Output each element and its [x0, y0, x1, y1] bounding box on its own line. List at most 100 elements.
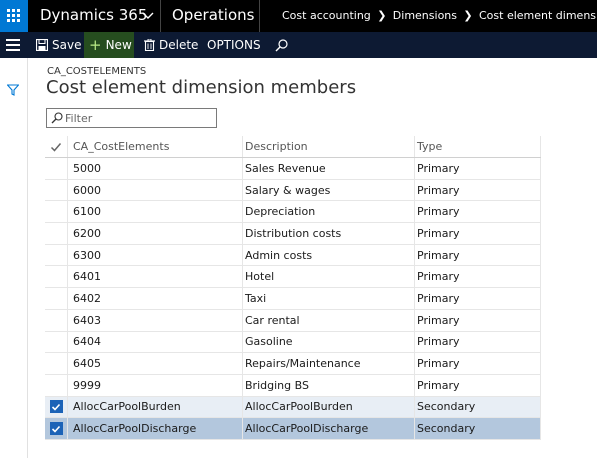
cell-description[interactable]: AllocCarPoolDischarge [242, 418, 414, 439]
cell-costelement[interactable]: 6404 [67, 331, 242, 353]
column-header-costelements[interactable]: CA_CostElements [67, 136, 242, 157]
table-row[interactable]: 6404 Gasoline Primary [45, 331, 541, 354]
cell-type[interactable]: Primary [414, 331, 541, 353]
table-row[interactable]: AllocCarPoolBurden AllocCarPoolBurden Seco… [45, 396, 541, 419]
table-row[interactable]: AllocCarPoolDischarge AllocCarPoolDischar… [45, 418, 541, 440]
options-tab[interactable]: OPTIONS [207, 32, 261, 58]
row-checkbox[interactable] [45, 375, 67, 396]
cell-costelement[interactable]: 6000 [67, 179, 242, 201]
save-label: Save [52, 38, 82, 52]
row-checkbox[interactable] [45, 288, 67, 309]
cell-type[interactable]: Primary [414, 288, 541, 309]
table-row[interactable]: 6405 Repairs/Maintenance Primary [45, 353, 541, 375]
cost-elements-grid: CA_CostElements Description Type 5000 Sal… [45, 136, 541, 440]
cell-type[interactable]: Secondary [414, 396, 541, 418]
cell-costelement[interactable]: 6402 [67, 288, 242, 309]
brand-name[interactable]: Dynamics 365 [40, 6, 147, 24]
search-button[interactable] [275, 32, 288, 58]
table-row[interactable]: 5000 Sales Revenue Primary [45, 158, 541, 180]
filter-funnel-icon[interactable] [7, 84, 19, 96]
row-checkbox[interactable] [45, 418, 67, 439]
cell-description[interactable]: Bridging BS [242, 374, 414, 396]
cell-costelement[interactable]: 6401 [67, 266, 242, 288]
cell-description[interactable]: Sales Revenue [242, 158, 414, 179]
hamburger-icon[interactable] [6, 39, 20, 51]
row-checkbox[interactable] [45, 180, 67, 201]
cell-costelement[interactable]: 5000 [67, 158, 242, 179]
page-title: Cost element dimension members [46, 77, 357, 98]
grid-body: 5000 Sales Revenue Primary 6000 Salary & wag… [45, 158, 541, 440]
breadcrumb-item-dimensions[interactable]: Dimensions [393, 9, 457, 22]
row-checkbox[interactable] [45, 158, 67, 179]
cell-type[interactable]: Primary [414, 158, 541, 179]
table-row[interactable]: 6300 Admin costs Primary [45, 244, 541, 267]
select-all-checkbox[interactable] [45, 136, 67, 157]
row-checkbox[interactable] [45, 201, 67, 222]
cell-type[interactable]: Primary [414, 374, 541, 396]
filter-input[interactable] [65, 110, 213, 126]
search-icon [275, 38, 288, 51]
table-row[interactable]: 6403 Car rental Primary [45, 309, 541, 332]
chevron-right-icon: ❯ [377, 9, 387, 22]
save-icon [36, 39, 48, 51]
app-name[interactable]: Operations [172, 6, 254, 24]
row-checkbox[interactable] [45, 353, 67, 374]
chevron-down-icon[interactable] [140, 6, 156, 24]
waffle-icon[interactable] [0, 0, 28, 32]
cell-description[interactable]: Taxi [242, 288, 414, 309]
cell-type[interactable]: Primary [414, 223, 541, 244]
row-checkbox[interactable] [45, 266, 67, 287]
delete-label: Delete [159, 38, 199, 52]
cell-description[interactable]: Admin costs [242, 244, 414, 266]
cell-description[interactable]: Car rental [242, 309, 414, 331]
cell-costelement[interactable]: 6200 [67, 223, 242, 244]
table-row[interactable]: 6000 Salary & wages Primary [45, 179, 541, 202]
search-icon [51, 112, 63, 124]
table-row[interactable]: 6402 Taxi Primary [45, 288, 541, 310]
top-navigation-bar: Dynamics 365 Operations Cost accounting … [0, 0, 597, 32]
row-checkbox[interactable] [45, 223, 67, 244]
cell-costelement[interactable]: 6100 [67, 201, 242, 223]
cell-type[interactable]: Primary [414, 353, 541, 374]
cell-type[interactable]: Primary [414, 244, 541, 266]
cell-costelement[interactable]: 9999 [67, 374, 242, 396]
cell-costelement[interactable]: 6403 [67, 309, 242, 331]
row-checkbox[interactable] [45, 332, 67, 353]
cell-description[interactable]: AllocCarPoolBurden [242, 396, 414, 418]
cell-description[interactable]: Salary & wages [242, 179, 414, 201]
breadcrumb-item-cost-element-dimensions[interactable]: Cost element dimensions [479, 9, 597, 22]
cell-costelement[interactable]: 6405 [67, 353, 242, 374]
cell-description[interactable]: Depreciation [242, 201, 414, 223]
cell-description[interactable]: Repairs/Maintenance [242, 353, 414, 374]
row-checkbox[interactable] [45, 397, 67, 418]
row-checkbox[interactable] [45, 310, 67, 331]
action-pane: Save + New Delete OPTIONS [0, 32, 597, 58]
new-label: New [105, 38, 132, 52]
cell-description[interactable]: Hotel [242, 266, 414, 288]
cell-costelement[interactable]: 6300 [67, 244, 242, 266]
grid-header-row: CA_CostElements Description Type [45, 136, 541, 158]
divider [160, 0, 161, 32]
filter-field[interactable] [46, 108, 217, 128]
checkmark-icon [49, 422, 63, 436]
save-button[interactable]: Save [36, 32, 81, 58]
new-button[interactable]: + New [84, 32, 134, 58]
delete-button[interactable]: Delete [144, 32, 198, 58]
table-row[interactable]: 6100 Depreciation Primary [45, 201, 541, 224]
cell-type[interactable]: Secondary [414, 418, 541, 439]
breadcrumb-item-cost-accounting[interactable]: Cost accounting [282, 9, 371, 22]
cell-costelement[interactable]: AllocCarPoolDischarge [67, 418, 242, 439]
cell-description[interactable]: Distribution costs [242, 223, 414, 244]
cell-type[interactable]: Primary [414, 179, 541, 201]
cell-costelement[interactable]: AllocCarPoolBurden [67, 396, 242, 418]
cell-type[interactable]: Primary [414, 309, 541, 331]
table-row[interactable]: 6200 Distribution costs Primary [45, 223, 541, 245]
cell-description[interactable]: Gasoline [242, 331, 414, 353]
table-row[interactable]: 9999 Bridging BS Primary [45, 374, 541, 397]
table-row[interactable]: 6401 Hotel Primary [45, 266, 541, 289]
row-checkbox[interactable] [45, 245, 67, 266]
column-header-type[interactable]: Type [414, 136, 541, 157]
cell-type[interactable]: Primary [414, 201, 541, 223]
column-header-description[interactable]: Description [242, 136, 414, 157]
cell-type[interactable]: Primary [414, 266, 541, 288]
